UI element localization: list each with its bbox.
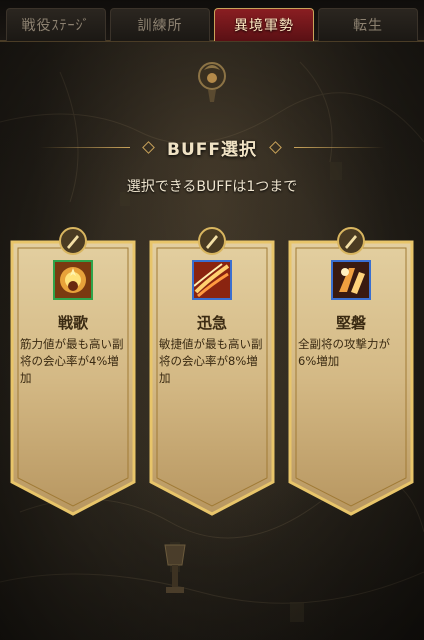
tab-training-ground[interactable]: 訓練所	[110, 8, 210, 41]
steadfast-icon	[331, 260, 371, 300]
buff-name: 堅磐	[335, 314, 366, 332]
trophy-statue-icon	[164, 544, 186, 593]
buff-name: 迅急	[196, 314, 227, 332]
ornament-diamond-icon	[269, 140, 282, 154]
buff-description: 筋力値が最も高い副将の会心率が4%増加	[20, 337, 124, 385]
divider-right	[294, 146, 384, 148]
dialog-title: BUFF選択	[167, 139, 257, 160]
sword-pin-icon	[198, 227, 226, 255]
buff-description: 敏捷値が最も高い副将の会心率が8%増加	[159, 337, 263, 385]
tab-reincarnation[interactable]: 転生	[318, 8, 418, 41]
sword-pin-icon	[337, 227, 365, 255]
tab-campaign-stage[interactable]: 戦役ｽﾃｰｼﾞ	[6, 8, 106, 41]
buff-description: 全副将の攻撃力が6%増加	[298, 337, 390, 368]
tab-otherworld-army[interactable]: 異境軍勢	[214, 8, 314, 41]
tab-bar: 戦役ｽﾃｰｼﾞ 訓練所 異境軍勢 転生	[0, 0, 424, 42]
divider-left	[40, 146, 130, 148]
buff-card-swift[interactable]: 迅急 敏捷値が最も高い副将の会心率が8%増加	[147, 227, 277, 518]
buff-card-war-song[interactable]: 戦歌 筋力値が最も高い副将の会心率が4%増加	[8, 227, 138, 518]
war-song-icon	[53, 260, 93, 300]
swift-icon	[192, 260, 232, 300]
dialog-title-row: BUFF選択	[0, 132, 424, 162]
dialog-subtitle: 選択できるBUFFは1つまで	[126, 179, 298, 195]
crest-emblem-icon	[198, 62, 226, 102]
buff-card-steadfast[interactable]: 堅磐 全副将の攻撃力が6%増加	[286, 227, 416, 518]
buff-name: 戦歌	[57, 314, 88, 332]
ornament-diamond-icon	[142, 140, 155, 154]
sword-pin-icon	[59, 227, 87, 255]
